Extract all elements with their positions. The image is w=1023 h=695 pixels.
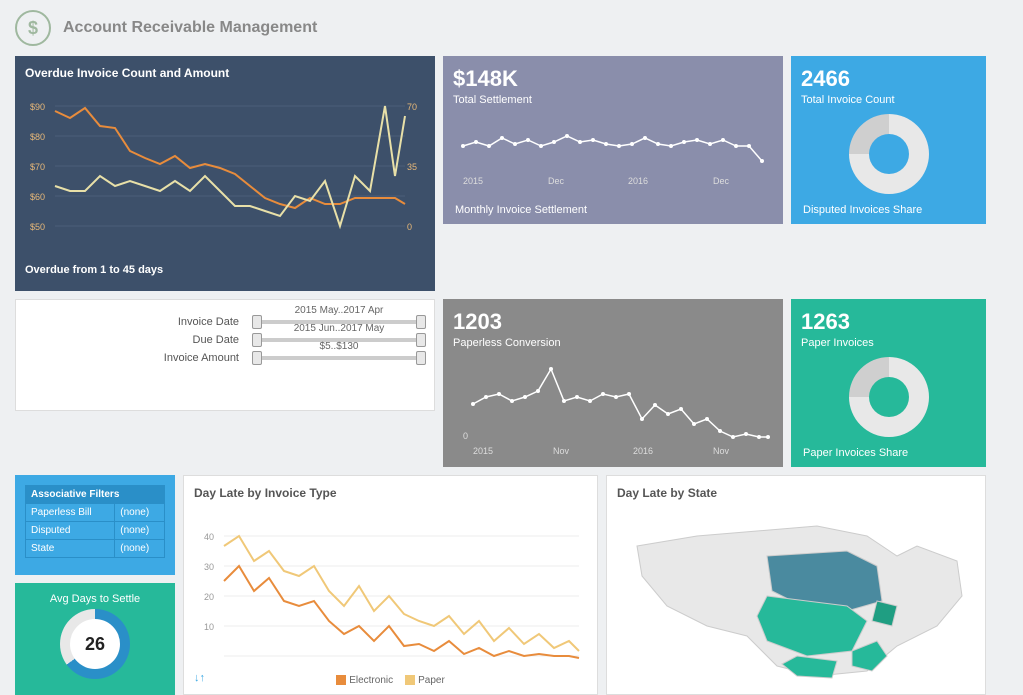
avg-days-panel: Avg Days to Settle 26 <box>15 583 175 695</box>
assoc-table[interactable]: Associative Filters Paperless Bill(none)… <box>25 485 165 558</box>
paper-invoice-panel: 1263 Paper Invoices Paper Invoices Share <box>791 299 986 467</box>
amount-slider[interactable]: $5..$130 <box>254 356 424 360</box>
paperless-chart[interactable]: 0 2015 Nov 2016 Nov <box>453 349 773 459</box>
settlement-label: Total Settlement <box>453 94 773 106</box>
svg-text:40: 40 <box>204 532 214 542</box>
filter-invoice-date-label: Invoice Date <box>129 316 239 328</box>
svg-text:2016: 2016 <box>633 446 653 456</box>
svg-text:2015: 2015 <box>463 176 483 186</box>
sort-icon[interactable]: ↓↑ <box>194 672 205 684</box>
svg-text:Dec: Dec <box>713 176 730 186</box>
settlement-footer: Monthly Invoice Settlement <box>455 204 587 216</box>
logo-icon: $ <box>15 10 51 46</box>
day-late-state-panel: Day Late by State <box>606 475 986 695</box>
disputed-footer: Disputed Invoices Share <box>803 204 922 216</box>
settlement-chart[interactable]: 2015 Dec 2016 Dec <box>453 106 773 196</box>
paperless-panel: 1203 Paperless Conversion 0 2015 Nov 201… <box>443 299 783 467</box>
svg-text:2016: 2016 <box>628 176 648 186</box>
svg-text:0: 0 <box>463 431 468 441</box>
overdue-caption: Overdue from 1 to 45 days <box>25 264 425 276</box>
svg-text:$60: $60 <box>30 192 45 202</box>
paper-donut[interactable] <box>849 357 929 437</box>
svg-text:70: 70 <box>407 102 417 112</box>
total-invoice-value: 2466 <box>801 66 976 92</box>
overdue-chart[interactable]: $90 $80 $70 $60 $50 70 35 0 <box>25 86 420 256</box>
assoc-filters-panel: Associative Filters Paperless Bill(none)… <box>15 475 175 575</box>
avg-days-gauge[interactable]: 26 <box>60 609 130 679</box>
day-late-type-legend: Electronic Paper <box>194 675 587 686</box>
avg-days-title: Avg Days to Settle <box>23 593 167 605</box>
filter-amount-label: Invoice Amount <box>129 352 239 364</box>
overdue-panel: Overdue Invoice Count and Amount $90 $80… <box>15 56 435 291</box>
day-late-state-map[interactable] <box>617 506 977 686</box>
paperless-label: Paperless Conversion <box>453 337 773 349</box>
page-title: Account Receivable Management <box>63 19 317 37</box>
svg-text:$70: $70 <box>30 162 45 172</box>
settlement-panel: $148K Total Settlement 2015 Dec 2016 Dec… <box>443 56 783 224</box>
svg-text:10: 10 <box>204 622 214 632</box>
svg-text:$90: $90 <box>30 102 45 112</box>
settlement-value: $148K <box>453 66 773 92</box>
day-late-state-title: Day Late by State <box>617 486 975 500</box>
svg-text:$50: $50 <box>30 222 45 232</box>
disputed-donut[interactable] <box>849 114 929 194</box>
svg-text:Nov: Nov <box>553 446 570 456</box>
svg-text:$80: $80 <box>30 132 45 142</box>
total-invoice-panel: 2466 Total Invoice Count Disputed Invoic… <box>791 56 986 224</box>
svg-text:20: 20 <box>204 592 214 602</box>
assoc-title: Associative Filters <box>26 486 165 504</box>
total-invoice-label: Total Invoice Count <box>801 94 976 106</box>
svg-text:2015: 2015 <box>473 446 493 456</box>
day-late-type-chart[interactable]: 40 30 20 10 <box>194 506 589 671</box>
day-late-type-title: Day Late by Invoice Type <box>194 486 587 500</box>
svg-text:35: 35 <box>407 162 417 172</box>
filters-panel: Invoice Date 2015 May..2017 Apr Due Date… <box>15 299 435 411</box>
svg-text:0: 0 <box>407 222 412 232</box>
paperless-value: 1203 <box>453 309 773 335</box>
svg-text:Dec: Dec <box>548 176 565 186</box>
svg-text:30: 30 <box>204 562 214 572</box>
filter-due-date-label: Due Date <box>129 334 239 346</box>
paper-invoice-label: Paper Invoices <box>801 337 976 349</box>
svg-text:Nov: Nov <box>713 446 730 456</box>
day-late-type-panel: Day Late by Invoice Type 40 30 20 10 ↓↑ El… <box>183 475 598 695</box>
overdue-title: Overdue Invoice Count and Amount <box>25 66 425 80</box>
paper-footer: Paper Invoices Share <box>803 447 908 459</box>
paper-invoice-value: 1263 <box>801 309 976 335</box>
